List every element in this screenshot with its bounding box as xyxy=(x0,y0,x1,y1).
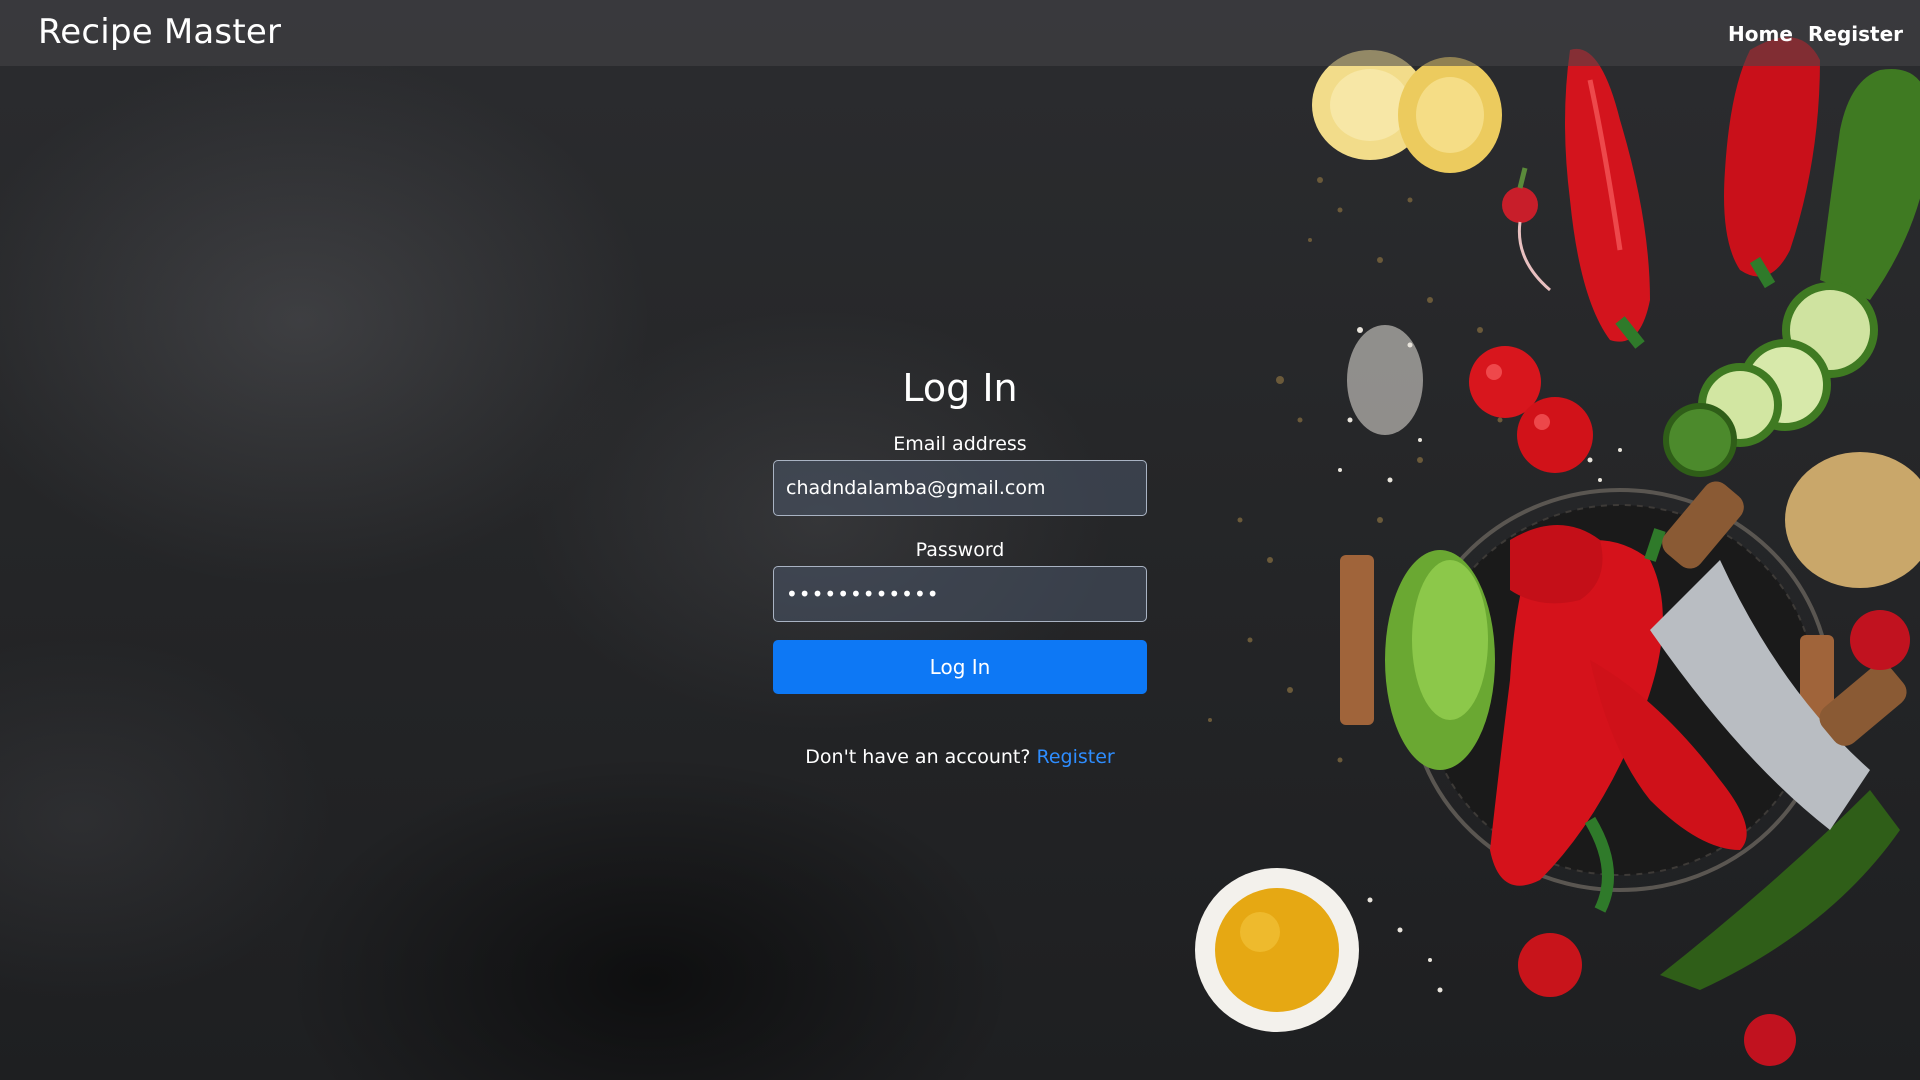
nav-link-register[interactable]: Register xyxy=(1808,22,1903,46)
navbar: Recipe Master Home Register xyxy=(0,0,1920,66)
login-form: Log In Email address Password Log In Don… xyxy=(773,360,1147,768)
email-label: Email address xyxy=(893,433,1027,455)
oil-bowl xyxy=(1195,868,1359,1032)
vegetables-background-image xyxy=(1195,37,1920,1066)
corn xyxy=(1312,50,1502,173)
login-page: Recipe Master Home Register Log In Email… xyxy=(0,0,1920,1080)
radish xyxy=(1850,610,1910,670)
signup-prompt-line: Don't have an account? Register xyxy=(773,746,1147,768)
nav-link-home[interactable]: Home xyxy=(1728,22,1793,46)
email-field[interactable] xyxy=(773,460,1147,516)
password-field[interactable] xyxy=(773,566,1147,622)
radish xyxy=(1744,1014,1796,1066)
register-link[interactable]: Register xyxy=(1036,746,1114,768)
page-title: Log In xyxy=(902,366,1018,410)
lettuce xyxy=(1385,550,1495,770)
brand-logo-text[interactable]: Recipe Master xyxy=(38,12,281,52)
potato xyxy=(1785,452,1920,588)
signup-prompt-text: Don't have an account? xyxy=(805,746,1031,768)
login-button[interactable]: Log In xyxy=(773,640,1147,694)
password-label: Password xyxy=(915,539,1005,561)
red-chili-peppers xyxy=(1565,37,1820,349)
radish-top xyxy=(1502,167,1551,292)
